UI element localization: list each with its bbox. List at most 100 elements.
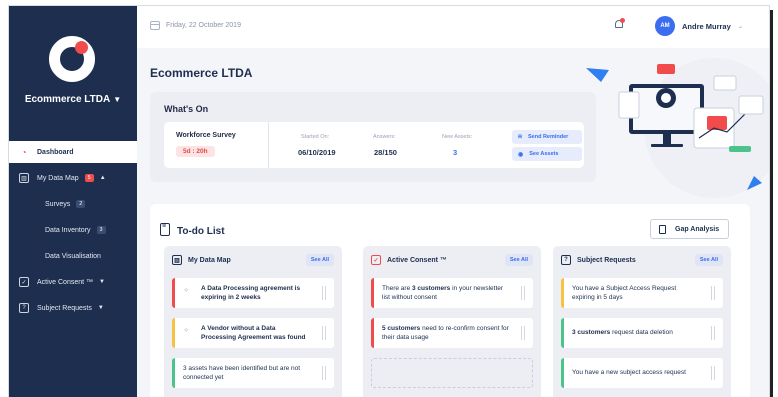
todo-panel: To-do List Gap Analysis ▥ My Data Map Se… — [150, 204, 750, 397]
drag-handle-icon[interactable] — [322, 326, 326, 340]
drag-handle-icon[interactable] — [521, 326, 525, 340]
date-display: Friday, 22 October 2019 — [150, 21, 241, 30]
card-text: A Vendor without a Data Processing Agree… — [201, 325, 306, 341]
see-all-button[interactable]: See All — [504, 254, 533, 266]
sidebar-item-subject-requests[interactable]: ? Subject Requests ▼ — [9, 297, 137, 319]
document-icon — [659, 224, 666, 234]
button-label: See Assets — [529, 151, 559, 157]
tag-icon: ⟡ — [184, 287, 189, 294]
drag-handle-icon[interactable] — [711, 326, 715, 340]
new-assets-value: 3 — [453, 148, 458, 157]
divider — [268, 122, 269, 168]
sidebar-item-dashboard[interactable]: ◔ Dashboard — [9, 141, 137, 163]
todo-card[interactable]: 3 assets have been identified but are no… — [172, 358, 334, 388]
paper-plane-icon — [586, 68, 609, 82]
sidebar-item-data-inventory[interactable]: Data Inventory 3 — [9, 219, 137, 241]
user-name[interactable]: Andre Murray — [682, 22, 731, 31]
sidebar: Ecommerce LTDA ▼ ◔ Dashboard ▥ My Data Ma… — [9, 6, 137, 397]
count-badge: 3 — [96, 226, 106, 234]
todo-card[interactable]: You have a new subject access request — [561, 358, 723, 388]
company-name: Ecommerce LTDA — [24, 94, 111, 105]
column-header: ▥ My Data Map — [172, 255, 231, 265]
todo-card[interactable]: There are 3 customers in your newsletter… — [371, 278, 533, 308]
page-title: Ecommerce LTDA — [150, 66, 253, 80]
app-frame: Ecommerce LTDA ▼ ◔ Dashboard ▥ My Data Ma… — [9, 6, 769, 397]
drag-handle-icon[interactable] — [322, 286, 326, 300]
checkbox-icon: ✓ — [19, 277, 29, 287]
survey-name: Workforce Survey — [176, 132, 236, 139]
card-highlight: 5 customers — [382, 325, 421, 332]
card-text: request data deletion — [610, 329, 673, 336]
sidebar-item-label: My Data Map — [37, 174, 79, 182]
notification-badge: 5 — [84, 174, 94, 182]
sidebar-item-my-data-map[interactable]: ▥ My Data Map 5 ▲ — [9, 167, 137, 189]
column-title: Active Consent ™ — [387, 256, 447, 264]
clipboard-icon — [160, 223, 170, 236]
bell-icon: ⍾ — [518, 133, 522, 140]
gauge-icon: ◔ — [21, 147, 27, 157]
empty-drop-zone[interactable] — [371, 358, 533, 388]
sidebar-item-active-consent[interactable]: ✓ Active Consent ™ ▼ — [9, 271, 137, 293]
drag-handle-icon[interactable] — [711, 286, 715, 300]
tag-icon: ⟡ — [184, 327, 189, 334]
card-text: You have a new subject access request — [572, 369, 686, 376]
todo-card[interactable]: You have a Subject Access Request expiri… — [561, 278, 723, 308]
question-box-icon: ? — [19, 303, 29, 313]
sidebar-item-label: Active Consent ™ — [37, 278, 94, 286]
column-header: ✓ Active Consent ™ — [371, 255, 447, 265]
drag-handle-icon[interactable] — [521, 286, 525, 300]
send-reminder-button[interactable]: ⍾ Send Reminder — [512, 130, 582, 144]
todo-card[interactable]: ⟡ A Vendor without a Data Processing Agr… — [172, 318, 334, 348]
survey-card: Workforce Survey 5d : 20h Started On: 06… — [164, 122, 584, 168]
topbar: Friday, 22 October 2019 AM Andre Murray … — [137, 6, 769, 48]
card-text: A Data Processing agreement is expiring … — [201, 285, 301, 301]
company-logo — [49, 36, 95, 82]
column-header: ? Subject Requests — [561, 255, 636, 265]
todo-card[interactable]: ⟡ A Data Processing agreement is expirin… — [172, 278, 334, 308]
see-all-button[interactable]: See All — [694, 254, 723, 266]
started-value: 06/10/2019 — [298, 148, 336, 157]
dashboard-illustration — [586, 58, 769, 198]
section-title: What's On — [164, 104, 209, 114]
sidebar-nav: ◔ Dashboard ▥ My Data Map 5 ▲ Surveys 2 … — [9, 141, 137, 323]
countdown-badge: 5d : 20h — [176, 146, 215, 157]
calendar-icon — [150, 21, 160, 30]
drag-handle-icon[interactable] — [711, 366, 715, 380]
todo-card[interactable]: 5 customers need to re-confirm consent f… — [371, 318, 533, 348]
sidebar-item-label: Surveys — [45, 200, 71, 208]
see-assets-button[interactable]: ◉ See Assets — [512, 147, 582, 161]
card-text: 3 assets have been identified but are no… — [183, 365, 301, 381]
sidebar-item-label: Dashboard — [37, 148, 74, 156]
sidebar-item-surveys[interactable]: Surveys 2 — [9, 193, 137, 215]
card-text: There are — [382, 285, 412, 292]
section-title: To-do List — [177, 226, 225, 237]
caret-down-icon: ▼ — [113, 95, 122, 104]
date-text: Friday, 22 October 2019 — [166, 22, 241, 29]
drag-handle-icon[interactable] — [322, 366, 326, 380]
notification-bell-icon[interactable] — [614, 18, 625, 30]
answers-value: 28/150 — [374, 148, 397, 157]
started-label: Started On: — [301, 134, 330, 140]
button-label: Gap Analysis — [675, 225, 720, 233]
caret-down-icon: ▼ — [97, 305, 104, 311]
todo-column-my-data-map: ▥ My Data Map See All ⟡ A Data Processin… — [164, 246, 342, 397]
new-assets-label: New Assets: — [442, 134, 473, 140]
gap-analysis-button[interactable]: Gap Analysis — [650, 219, 729, 239]
todo-card[interactable]: 3 customers request data deletion — [561, 318, 723, 348]
question-box-icon: ? — [561, 255, 571, 265]
answers-label: Answers: — [373, 134, 396, 140]
checkbox-icon: ✓ — [371, 255, 381, 265]
see-all-button[interactable]: See All — [305, 254, 334, 266]
sidebar-item-label: Data Inventory — [45, 226, 91, 234]
chevron-down-icon[interactable]: ⌄ — [738, 23, 743, 30]
company-switcher[interactable]: Ecommerce LTDA ▼ — [9, 94, 137, 105]
sidebar-item-label: Data Visualisation — [45, 252, 101, 260]
count-badge: 2 — [76, 200, 86, 208]
card-highlight: 3 customers — [412, 285, 451, 292]
avatar[interactable]: AM — [655, 16, 675, 36]
caret-down-icon: ▼ — [99, 279, 105, 285]
sidebar-item-label: Subject Requests — [37, 304, 92, 312]
button-label: Send Reminder — [527, 134, 569, 140]
todo-column-active-consent: ✓ Active Consent ™ See All There are 3 c… — [363, 246, 541, 397]
sidebar-item-data-visualisation[interactable]: Data Visualisation — [9, 245, 137, 267]
